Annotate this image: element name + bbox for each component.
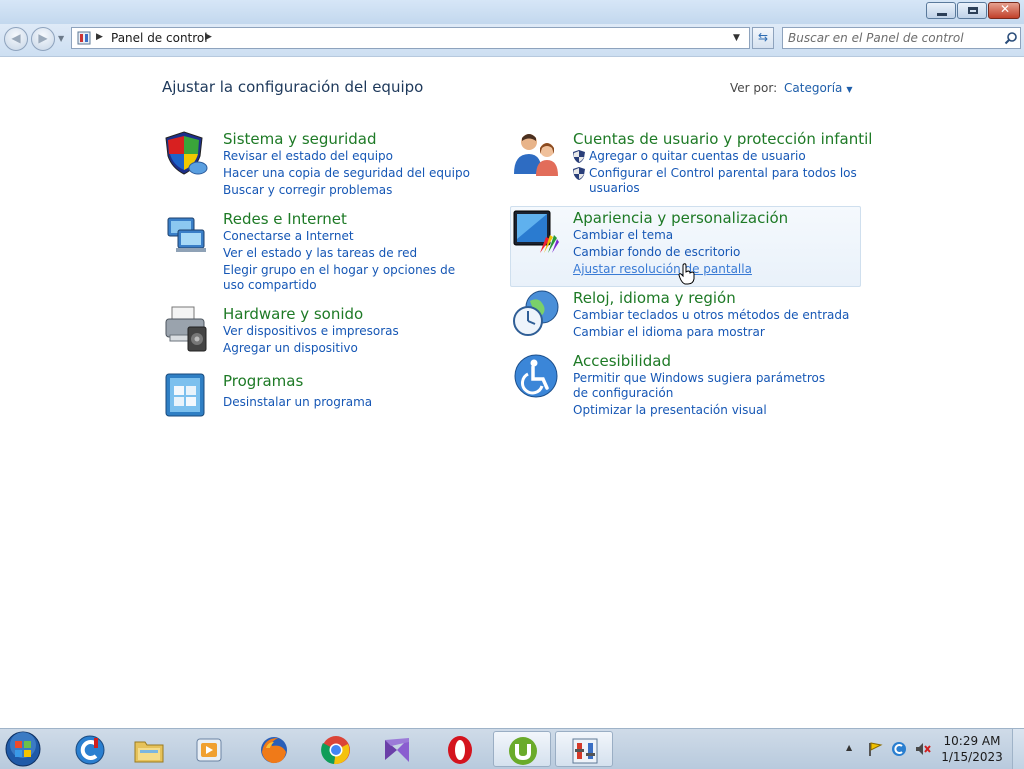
taskbar-control-panel[interactable] [555,731,613,767]
category-title[interactable]: Cuentas de usuario y protección infantil [573,130,872,148]
volume-muted-icon[interactable] [915,741,931,757]
recent-pages-dropdown[interactable]: ▼ [58,34,64,43]
start-button[interactable] [3,731,43,767]
search-box[interactable] [782,27,1021,49]
taskbar-ccleaner[interactable] [61,731,119,767]
uac-shield-icon [573,167,585,180]
show-desktop-button[interactable] [1012,729,1024,769]
control-panel-icon [572,738,598,764]
chevron-down-icon: ▼ [846,85,853,94]
hand-cursor-icon [678,263,695,285]
control-panel-content: Ajustar la configuración del equipo Ver … [0,57,1024,728]
close-icon: ✕ [999,2,1011,16]
link-review-status[interactable]: Revisar el estado del equipo [223,149,393,164]
taskbar-firefox[interactable] [245,731,303,767]
category-title[interactable]: Hardware y sonido [223,305,363,323]
refresh-button[interactable]: ⇆ [752,27,774,49]
firefox-icon [261,737,287,764]
link-windows-suggest[interactable]: Permitir que Windows sugiera parámetros … [573,371,833,401]
link-text: Configurar el Control parental para todo… [589,166,857,195]
minimize-icon [937,13,947,16]
maximize-icon [968,7,978,14]
refresh-icon: ⇆ [757,30,769,44]
forward-arrow-icon: ▶ [38,31,48,45]
taskbar-utorrent[interactable] [493,731,551,767]
link-text: Agregar o quitar cuentas de usuario [589,149,806,163]
link-devices-printers[interactable]: Ver dispositivos e impresoras [223,324,399,339]
link-change-theme[interactable]: Cambiar el tema [573,228,673,243]
search-icon[interactable] [1004,31,1018,45]
link-troubleshoot[interactable]: Buscar y corregir problemas [223,183,392,198]
category-title[interactable]: Sistema y seguridad [223,130,376,148]
category-title[interactable]: Accesibilidad [573,352,671,370]
link-homegroup[interactable]: Elegir grupo en el hogar y opciones de u… [223,263,463,293]
taskbar-visual-studio[interactable] [368,731,426,767]
breadcrumb-separator-icon[interactable]: ▶ [96,32,103,42]
link-connect-internet[interactable]: Conectarse a Internet [223,229,354,244]
action-center-flag-icon[interactable] [867,741,883,757]
link-add-device[interactable]: Agregar un dispositivo [223,341,358,356]
explorer-icon [134,741,164,763]
media-player-icon [196,738,222,762]
search-input[interactable] [788,30,993,46]
minimize-button[interactable] [926,2,956,19]
breadcrumb-separator-icon[interactable]: ▶ [205,32,212,42]
visual-studio-icon [385,738,409,762]
users-icon[interactable] [512,130,560,178]
page-title: Ajustar la configuración del equipo [162,78,424,96]
category-title[interactable]: Programas [223,372,303,390]
category-title[interactable]: Redes e Internet [223,210,347,228]
uac-shield-icon [573,150,585,163]
view-by-label: Ver por: [730,81,778,95]
control-panel-icon [77,31,91,45]
back-button[interactable]: ◀ [4,27,28,51]
clock-date[interactable]: 1/15/2023 [940,750,1004,764]
clock-time[interactable]: 10:29 AM [940,734,1004,748]
control-panel-window: ✕ ◀ ▶ ▼ ▶ Panel de control ▶ ▼ ⇆ Ajustar… [0,0,1024,728]
link-change-wallpaper[interactable]: Cambiar fondo de escritorio [573,245,740,260]
category-title[interactable]: Reloj, idioma y región [573,289,736,307]
link-manage-accounts[interactable]: Agregar o quitar cuentas de usuario [573,149,806,164]
ccleaner-tray-icon[interactable] [891,741,907,757]
utorrent-icon [509,737,537,765]
taskbar-opera[interactable] [431,731,489,767]
navigation-bar: ◀ ▶ ▼ ▶ Panel de control ▶ ▼ ⇆ [0,24,1024,57]
link-uninstall-program[interactable]: Desinstalar un programa [223,395,372,410]
link-keyboards-input[interactable]: Cambiar teclados u otros métodos de entr… [573,308,849,323]
back-arrow-icon: ◀ [11,31,21,45]
taskbar: ▲ 10:29 AM 1/15/2023 [0,728,1024,769]
category-title[interactable]: Apariencia y personalización [573,209,788,227]
forward-button[interactable]: ▶ [31,27,55,51]
programs-icon[interactable] [162,372,210,420]
network-icon[interactable] [162,210,210,258]
monitor-icon[interactable] [512,209,560,257]
chrome-icon [321,736,350,765]
taskbar-media-player[interactable] [180,731,238,767]
link-network-status[interactable]: Ver el estado y las tareas de red [223,246,417,261]
security-shield-icon[interactable] [162,130,210,178]
link-backup[interactable]: Hacer una copia de seguridad del equipo [223,166,470,181]
link-display-language[interactable]: Cambiar el idioma para mostrar [573,325,765,340]
address-dropdown-icon[interactable]: ▼ [733,33,740,43]
link-parental-controls[interactable]: Configurar el Control parental para todo… [573,166,859,196]
close-button[interactable]: ✕ [988,2,1020,19]
show-hidden-icons-button[interactable]: ▲ [846,743,852,752]
opera-icon [448,736,472,764]
breadcrumb-control-panel[interactable]: Panel de control [111,31,208,45]
taskbar-explorer[interactable] [120,731,178,767]
globe-clock-icon[interactable] [512,289,560,337]
ccleaner-icon [75,735,105,765]
view-by-value: Categoría [784,81,843,95]
maximize-button[interactable] [957,2,987,19]
link-optimize-display[interactable]: Optimizar la presentación visual [573,403,767,418]
printer-icon[interactable] [162,305,210,353]
title-bar[interactable]: ✕ [0,0,1024,24]
view-by-dropdown[interactable]: Categoría ▼ [784,81,853,95]
link-adjust-resolution[interactable]: Ajustar resolución de pantalla [573,262,752,277]
address-bar[interactable]: ▶ Panel de control ▶ ▼ [71,27,750,49]
accessibility-icon[interactable] [512,352,560,400]
taskbar-chrome[interactable] [307,731,365,767]
